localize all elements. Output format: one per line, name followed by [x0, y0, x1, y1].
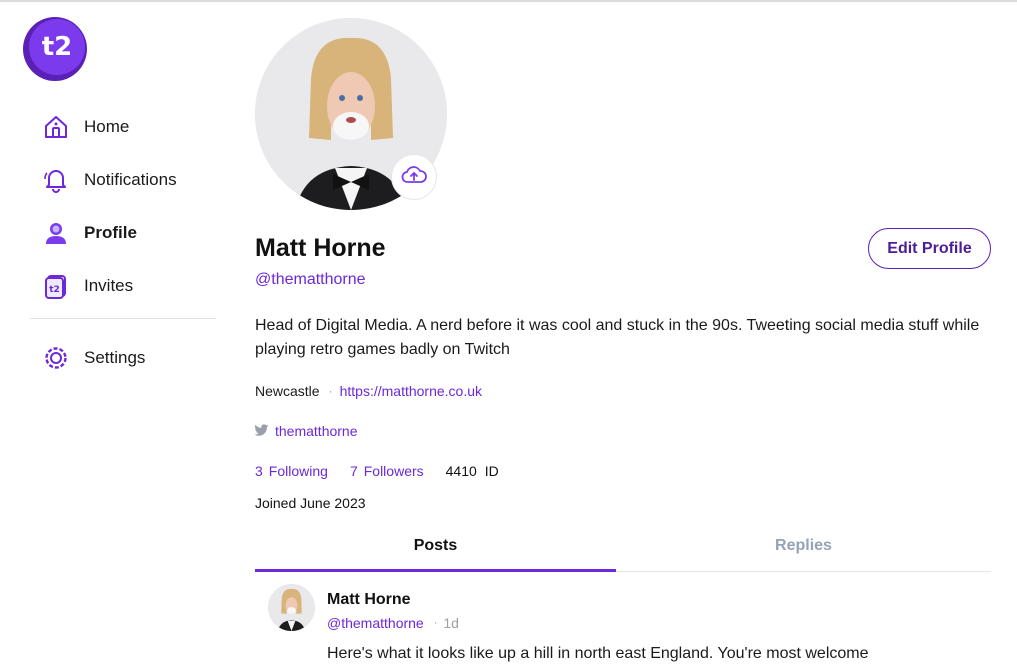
following-count: 3 [255, 463, 263, 479]
followers-count: 7 [349, 463, 358, 479]
twitter-link[interactable]: thematthorne [254, 423, 358, 439]
sidebar-divider [30, 318, 216, 319]
sidebar-item-invites[interactable]: t2 Invites [30, 259, 216, 312]
upload-avatar-button[interactable] [392, 155, 436, 199]
post-author-name[interactable]: Matt Horne [327, 591, 411, 609]
sidebar-item-notifications[interactable]: Notifications [30, 153, 216, 206]
followers-link[interactable]: 7 Followers [350, 463, 424, 479]
home-icon [42, 113, 70, 141]
profile-meta: Newcastle · https://matthorne.co.uk [255, 383, 482, 399]
profile-stats: 3 Following 7 Followers 4410 ID [255, 463, 499, 479]
user-icon [42, 219, 70, 247]
invite-icon: t2 [42, 272, 70, 300]
separator-dot: · [433, 617, 438, 629]
bell-icon [42, 166, 70, 194]
profile-handle: @thematthorne [255, 271, 366, 288]
tab-posts[interactable]: Posts [255, 524, 616, 572]
tab-replies[interactable]: Replies [616, 524, 991, 572]
app-logo[interactable]: t2 [23, 17, 87, 81]
top-border [0, 0, 1017, 2]
post-text: Here's what it looks like up a hill in n… [327, 645, 869, 662]
id-value: 4410 [445, 463, 477, 479]
twitter-icon [254, 423, 269, 439]
svg-text:t2: t2 [49, 285, 60, 295]
sidebar-item-label: Home [84, 116, 130, 136]
profile-location: Newcastle [255, 383, 320, 399]
sidebar-item-label: Notifications [84, 169, 177, 189]
following-link[interactable]: 3 Following [255, 463, 328, 479]
following-label: Following [268, 463, 328, 479]
twitter-handle: thematthorne [275, 423, 358, 439]
sidebar-item-profile[interactable]: Profile [30, 206, 216, 259]
post-timestamp[interactable]: 1d [443, 615, 459, 631]
profile-avatar-container [255, 18, 447, 210]
profile-bio: Head of Digital Media. A nerd before it … [255, 317, 980, 358]
sidebar-item-label: Profile [84, 222, 137, 242]
sidebar-item-home[interactable]: Home [30, 100, 216, 153]
profile-name: Matt Horne [255, 234, 386, 262]
sidebar-item-label: Invites [84, 275, 134, 295]
profile-website-link[interactable]: https://matthorne.co.uk [340, 383, 482, 399]
cloud-upload-icon [401, 165, 427, 190]
post-meta: @thematthorne · 1d [327, 615, 459, 631]
id-label: ID [484, 463, 499, 479]
gear-icon [42, 344, 70, 372]
sidebar-item-label: Settings [84, 347, 146, 367]
logo-text: t2 [29, 19, 85, 75]
edit-profile-button[interactable]: Edit Profile [868, 228, 991, 269]
joined-date: Joined June 2023 [255, 495, 366, 511]
post-author-avatar[interactable] [268, 584, 315, 631]
post-author-handle[interactable]: @thematthorne [327, 615, 424, 631]
followers-label: Followers [363, 463, 424, 479]
sidebar-nav: Home Notifications Profile t2 Invites Se… [30, 100, 216, 384]
sidebar-item-settings[interactable]: Settings [30, 331, 216, 384]
profile-tabs: Posts Replies [255, 524, 991, 572]
separator-dot: · [328, 384, 333, 398]
profile-id: 4410 ID [446, 463, 499, 479]
